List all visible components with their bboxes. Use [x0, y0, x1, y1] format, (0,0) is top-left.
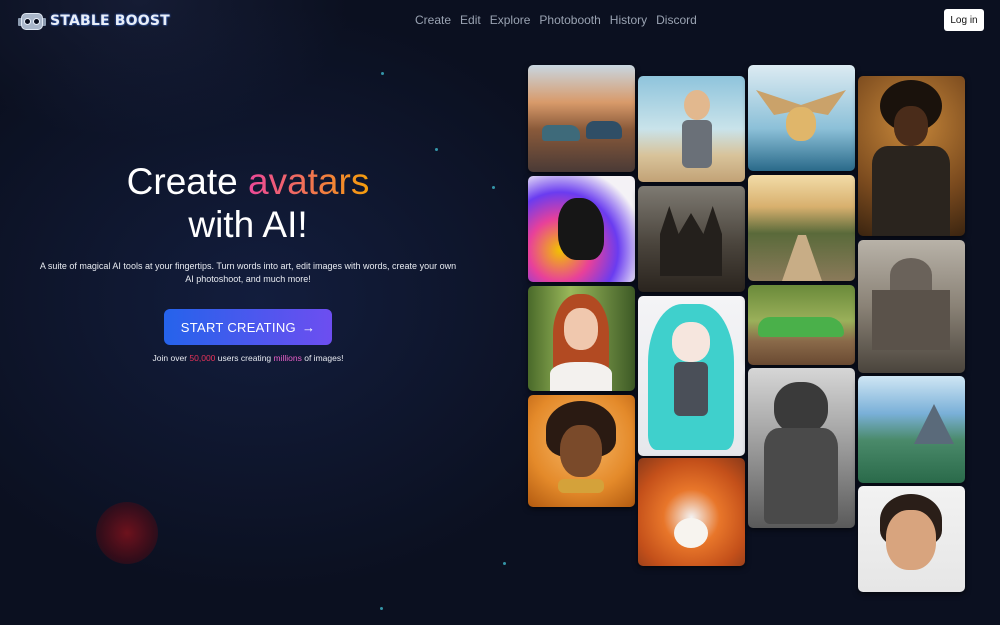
fantasy-landscape-image[interactable] — [858, 376, 965, 483]
african-queen-portrait-image[interactable] — [528, 395, 635, 507]
robot-icon — [18, 10, 46, 32]
join-middle: users creating — [215, 353, 274, 363]
armored-warrior-image[interactable] — [748, 368, 855, 528]
hero-section: Create avatars with AI! A suite of magic… — [0, 160, 496, 363]
golden-suit-man-image[interactable] — [858, 76, 965, 236]
ruined-capitol-image[interactable] — [858, 240, 965, 373]
nav-create[interactable]: Create — [415, 13, 451, 27]
hero-title-prefix: Create — [126, 161, 248, 202]
star-dot — [503, 562, 506, 565]
star-dot — [381, 72, 384, 75]
anime-girl-image[interactable] — [638, 296, 745, 456]
hero-subtitle: A suite of magical AI tools at your fing… — [39, 261, 457, 284]
red-haired-woman-image[interactable] — [528, 286, 635, 391]
hero-title-accent: avatars — [248, 161, 370, 202]
hero-title: Create avatars with AI! — [0, 160, 496, 246]
star-dot — [380, 607, 383, 610]
start-creating-button[interactable]: START CREATING → — [163, 309, 333, 345]
image-gallery — [528, 0, 968, 625]
nav-edit[interactable]: Edit — [460, 13, 481, 27]
green-car-image[interactable] — [748, 285, 855, 365]
user-count: 50,000 — [189, 353, 216, 363]
robot-boy-image[interactable] — [638, 76, 745, 182]
arrow-right-icon: → — [301, 319, 316, 335]
black-dog-colorful-image[interactable] — [528, 176, 635, 282]
star-dot — [435, 148, 438, 151]
start-creating-label: START CREATING — [180, 319, 296, 335]
join-stats: Join over 50,000 users creating millions… — [0, 353, 496, 363]
flying-dog-image[interactable] — [748, 65, 855, 171]
fox-portrait-image[interactable] — [638, 458, 745, 566]
forest-road-image[interactable] — [748, 175, 855, 281]
hero-title-line2: with AI! — [188, 204, 308, 245]
dark-castle-image[interactable] — [638, 186, 745, 292]
decorative-orb — [96, 502, 158, 564]
millions-highlight: millions — [273, 353, 302, 363]
brand-logo-link[interactable]: STABLE BOOST — [18, 10, 170, 32]
smiling-woman-portrait-image[interactable] — [858, 486, 965, 592]
join-suffix: of images! — [301, 353, 344, 363]
join-prefix: Join over — [152, 353, 190, 363]
nav-explore[interactable]: Explore — [490, 13, 531, 27]
brand-name: STABLE BOOST — [50, 13, 170, 29]
vintage-cars-street-image[interactable] — [528, 65, 635, 172]
